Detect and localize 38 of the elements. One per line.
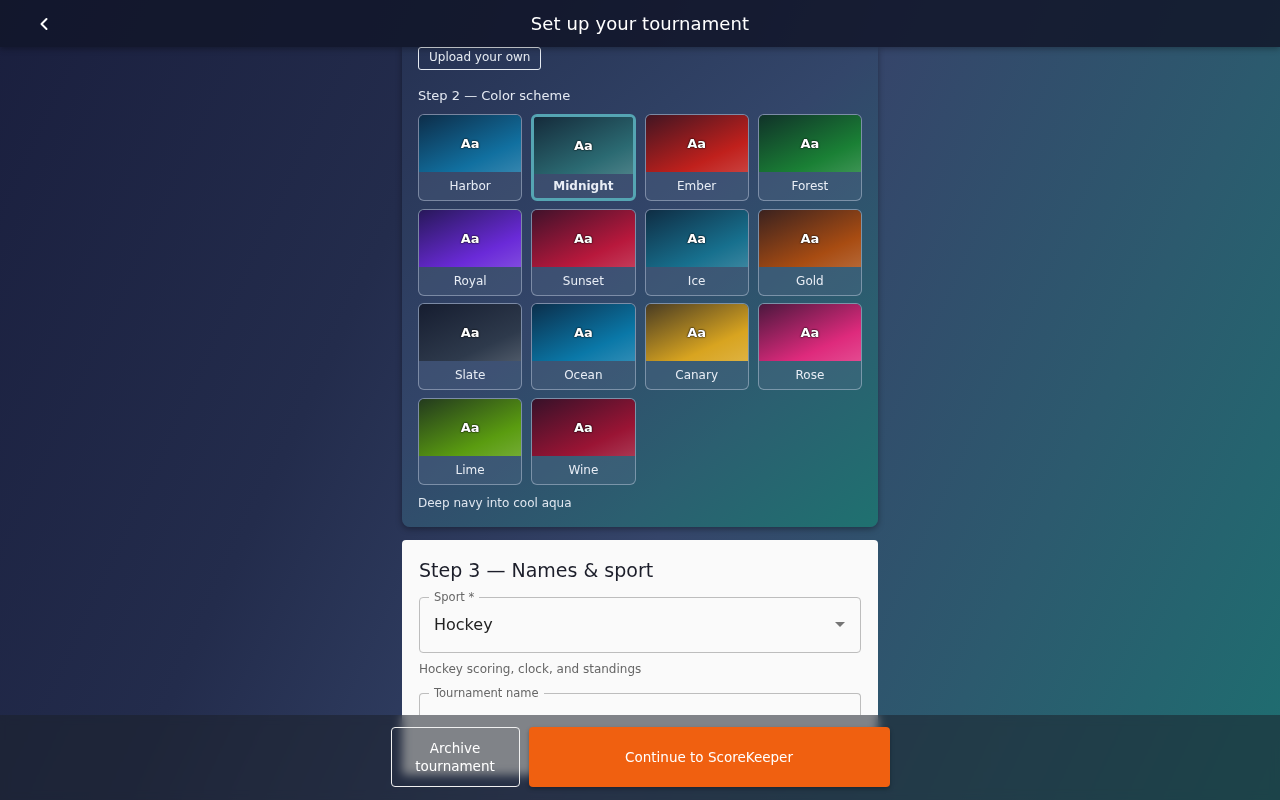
color-scheme-option[interactable]: Aa Gold bbox=[757, 208, 862, 296]
color-preview: Aa bbox=[419, 209, 522, 267]
scheme-description: Deep navy into cool aqua bbox=[418, 495, 573, 510]
caret-down-icon bbox=[835, 622, 845, 627]
color-scheme-option[interactable]: Aa Forest bbox=[757, 114, 862, 201]
color-scheme-option[interactable]: Aa Ember bbox=[644, 114, 749, 201]
color-scheme-option[interactable]: Aa Wine bbox=[531, 397, 636, 485]
color-preview: Aa bbox=[534, 117, 633, 174]
field-label: Tournament name bbox=[429, 685, 544, 700]
color-preview: Aa bbox=[758, 209, 861, 267]
color-preview: Aa bbox=[419, 115, 522, 172]
color-preview: Aa bbox=[645, 304, 748, 361]
color-scheme-option[interactable]: Aa Ice bbox=[644, 208, 749, 296]
page-title: Set up your tournament bbox=[530, 13, 750, 34]
archive-button[interactable]: Archive tournament bbox=[390, 727, 520, 787]
color-scheme-option[interactable]: Aa Rose bbox=[757, 303, 862, 390]
color-scheme-option[interactable]: Aa Canary bbox=[644, 303, 749, 390]
color-preview: Aa bbox=[419, 398, 522, 456]
color-scheme-option[interactable]: Aa Sunset bbox=[531, 208, 636, 296]
color-scheme-option[interactable]: Aa Ocean bbox=[531, 303, 636, 390]
section-heading: Step 2 — Color scheme bbox=[418, 88, 572, 103]
color-preview: Aa bbox=[758, 115, 861, 172]
color-preview: Aa bbox=[645, 209, 748, 267]
color-scheme-option[interactable]: Aa Midnight bbox=[531, 114, 636, 201]
section-heading: Step 3 — Names & sport bbox=[419, 558, 655, 581]
color-preview: Aa bbox=[532, 304, 635, 361]
color-preview: Aa bbox=[532, 209, 635, 267]
color-preview: Aa bbox=[419, 304, 522, 361]
color-scheme-option[interactable]: Aa Slate bbox=[418, 303, 523, 390]
helper-text: Hockey scoring, clock, and standings bbox=[419, 661, 643, 676]
color-scheme-option[interactable]: Aa Lime bbox=[418, 397, 523, 485]
color-preview: Aa bbox=[532, 398, 635, 456]
color-scheme-option[interactable]: Aa Harbor bbox=[418, 114, 523, 201]
color-preview: Aa bbox=[758, 304, 861, 361]
upload-button[interactable]: Upload your own bbox=[418, 47, 542, 70]
field-label: Sport * bbox=[429, 589, 480, 604]
color-preview: Aa bbox=[645, 115, 748, 172]
color-scheme-option[interactable]: Aa Royal bbox=[418, 208, 523, 296]
